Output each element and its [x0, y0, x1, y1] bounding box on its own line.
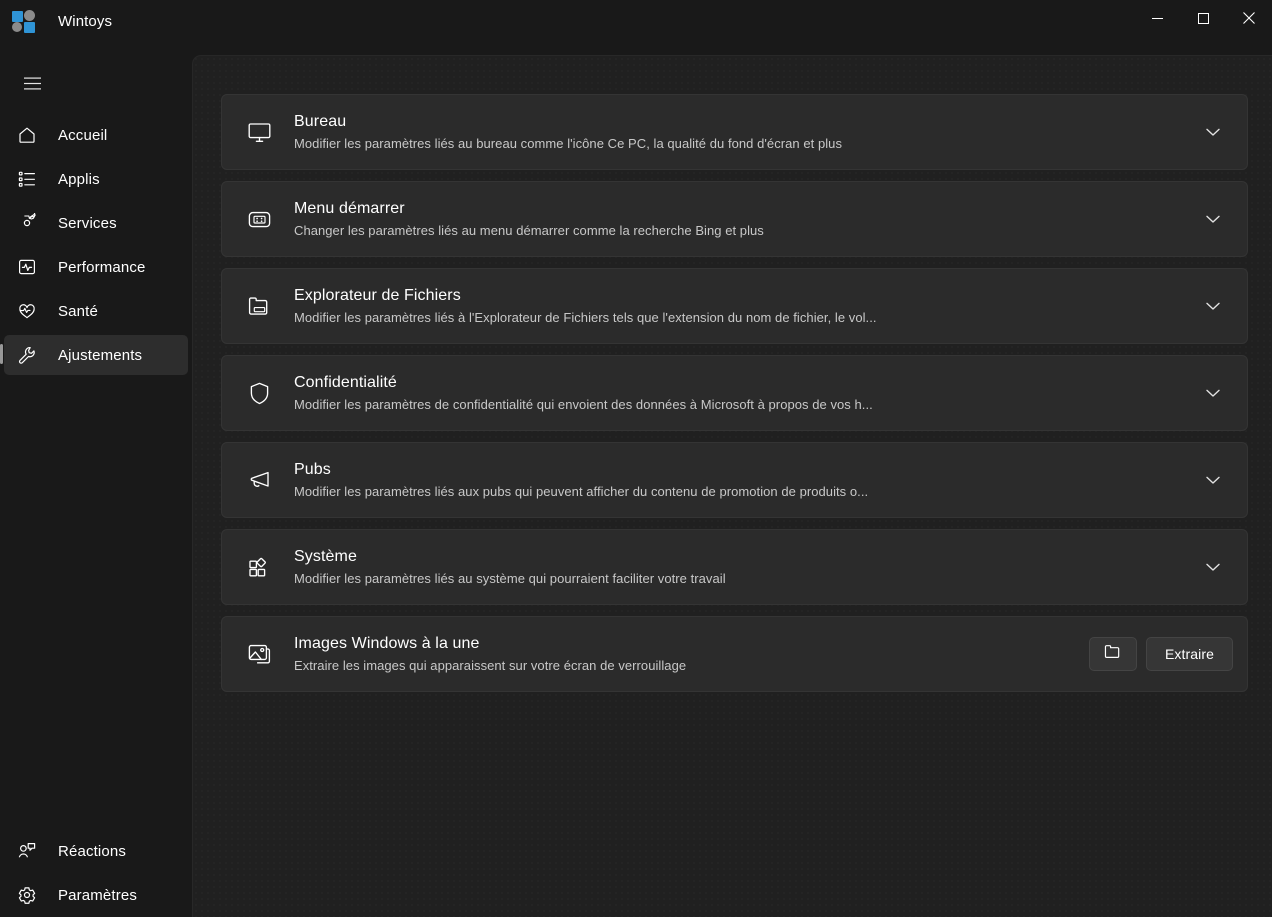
system-grid-icon — [240, 554, 278, 581]
card-title: Bureau — [294, 113, 347, 130]
card-actions: Extraire — [1088, 637, 1233, 671]
title-bar: Wintoys — [0, 0, 1272, 55]
sidebar-item-applis[interactable]: Applis — [4, 159, 188, 199]
sidebar-item-label: Ajustements — [58, 346, 143, 364]
sidebar-item-accueil[interactable]: Accueil — [4, 115, 188, 155]
wintoys-logo-icon — [12, 10, 36, 34]
gear-cog-icon — [14, 213, 40, 233]
sidebar-item-label: Accueil — [58, 126, 108, 144]
sidebar-nav: Accueil Applis Services Performance Sant… — [0, 109, 192, 377]
card-title: Images Windows à la une — [294, 635, 480, 652]
card-text: Système Modifier les paramètres liés au … — [294, 540, 1193, 594]
tweak-card-menu-demarrer[interactable]: Menu démarrer Changer les paramètres lié… — [221, 181, 1248, 257]
card-description: Modifier les paramètres liés à l'Explora… — [294, 310, 877, 325]
window-body: Accueil Applis Services Performance Sant… — [0, 55, 1272, 917]
card-description: Modifier les paramètres liés aux pubs qu… — [294, 484, 869, 499]
card-description: Changer les paramètres liés au menu déma… — [294, 223, 764, 238]
extract-button[interactable]: Extraire — [1145, 637, 1233, 671]
tweak-card-images-windows-a-la-une: Images Windows à la une Extraire les ima… — [221, 616, 1248, 692]
feedback-icon — [14, 841, 40, 861]
card-text: Bureau Modifier les paramètres liés au b… — [294, 105, 1193, 159]
wrench-icon — [14, 345, 40, 366]
window-controls — [1134, 0, 1272, 40]
tweaks-list: Bureau Modifier les paramètres liés au b… — [193, 56, 1272, 917]
sidebar-item-label: Services — [58, 214, 117, 232]
card-description: Extraire les images qui apparaissent sur… — [294, 658, 687, 673]
sidebar-item-label: Santé — [58, 302, 98, 320]
monitor-icon — [240, 119, 278, 146]
settings-gear-icon — [14, 885, 40, 905]
content-panel: Bureau Modifier les paramètres liés au b… — [192, 55, 1272, 917]
chevron-down-icon[interactable] — [1193, 563, 1233, 572]
home-icon — [14, 125, 40, 145]
sidebar-item-label: Performance — [58, 258, 146, 276]
sidebar: Accueil Applis Services Performance Sant… — [0, 55, 192, 917]
chevron-down-icon[interactable] — [1193, 389, 1233, 398]
card-description: Modifier les paramètres liés au bureau c… — [294, 136, 843, 151]
sidebar-item-performance[interactable]: Performance — [4, 247, 188, 287]
card-text: Menu démarrer Changer les paramètres lié… — [294, 192, 1193, 246]
app-title: Wintoys — [58, 13, 113, 30]
picture-icon — [240, 641, 278, 668]
chevron-down-icon[interactable] — [1193, 128, 1233, 137]
sidebar-item-sante[interactable]: Santé — [4, 291, 188, 331]
tweak-card-explorateur-de-fichiers[interactable]: Explorateur de Fichiers Modifier les par… — [221, 268, 1248, 344]
card-title: Explorateur de Fichiers — [294, 287, 461, 304]
open-folder-button[interactable] — [1088, 637, 1137, 671]
card-title: Menu démarrer — [294, 200, 405, 217]
folder-open-icon — [1103, 642, 1122, 666]
hamburger-menu-icon[interactable] — [10, 63, 54, 103]
card-title: Confidentialité — [294, 374, 397, 391]
sidebar-item-ajustements[interactable]: Ajustements — [0, 335, 188, 375]
close-button[interactable] — [1226, 0, 1272, 36]
card-title: Système — [294, 548, 357, 565]
chevron-down-icon[interactable] — [1193, 476, 1233, 485]
card-text: Explorateur de Fichiers Modifier les par… — [294, 279, 1193, 333]
heart-pulse-icon — [14, 301, 40, 321]
tweak-card-confidentialite[interactable]: Confidentialité Modifier les paramètres … — [221, 355, 1248, 431]
sidebar-item-reactions[interactable]: Réactions — [4, 831, 188, 871]
wintoys-window: Wintoys Accueil Applis Services Performa… — [0, 0, 1272, 917]
card-description: Modifier les paramètres liés au système … — [294, 571, 726, 586]
sidebar-item-label: Paramètres — [58, 886, 138, 904]
sidebar-nav-bottom: Réactions Paramètres — [0, 829, 192, 917]
folder-icon — [240, 293, 278, 320]
maximize-button[interactable] — [1180, 0, 1226, 36]
sidebar-item-label: Applis — [58, 170, 100, 188]
chevron-down-icon[interactable] — [1193, 215, 1233, 224]
sidebar-item-label: Réactions — [58, 842, 127, 860]
card-text: Images Windows à la une Extraire les ima… — [294, 627, 1077, 681]
title-bar-left: Wintoys — [0, 0, 112, 40]
card-text: Pubs Modifier les paramètres liés aux pu… — [294, 453, 1193, 507]
megaphone-icon — [240, 467, 278, 494]
tweak-card-bureau[interactable]: Bureau Modifier les paramètres liés au b… — [221, 94, 1248, 170]
chevron-down-icon[interactable] — [1193, 302, 1233, 311]
card-text: Confidentialité Modifier les paramètres … — [294, 366, 1193, 420]
sidebar-item-parametres[interactable]: Paramètres — [4, 875, 188, 915]
pulse-chart-icon — [14, 257, 40, 277]
shield-icon — [240, 380, 278, 407]
tweak-card-systeme[interactable]: Système Modifier les paramètres liés au … — [221, 529, 1248, 605]
minimize-button[interactable] — [1134, 0, 1180, 36]
sidebar-item-services[interactable]: Services — [4, 203, 188, 243]
card-title: Pubs — [294, 461, 331, 478]
card-description: Modifier les paramètres de confidentiali… — [294, 397, 873, 412]
apps-list-icon — [14, 169, 40, 189]
tweak-card-pubs[interactable]: Pubs Modifier les paramètres liés aux pu… — [221, 442, 1248, 518]
start-menu-icon — [240, 206, 278, 233]
